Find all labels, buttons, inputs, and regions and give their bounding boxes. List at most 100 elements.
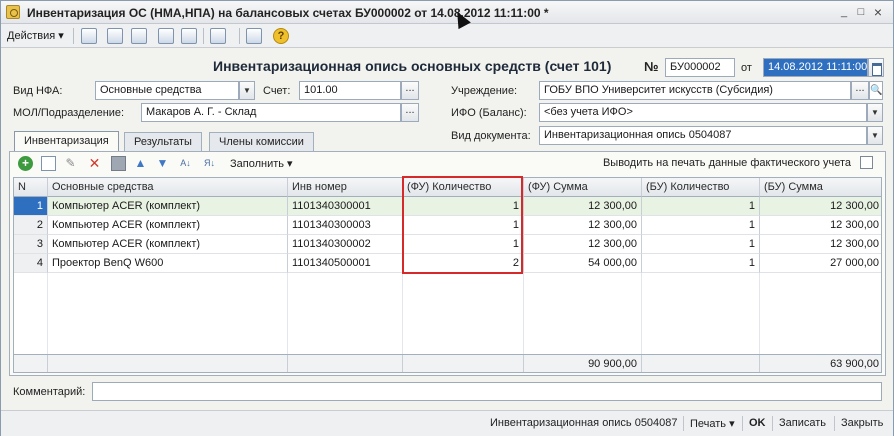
column-header-inv[interactable]: Инв номер [288, 178, 403, 197]
structure-icon[interactable] [181, 28, 197, 44]
move-down-icon[interactable]: ▼ [155, 156, 170, 171]
window-title: Инвентаризация ОС (НМА,НПА) на балансовы… [27, 6, 549, 20]
cell-n: 3 [14, 235, 48, 254]
based-on-icon[interactable] [158, 28, 174, 44]
maximize-button[interactable]: □ [853, 5, 869, 19]
ifo-label: ИФО (Баланс): [451, 107, 527, 119]
bottom-bar: Инвентаризационная опись 0504087 Печать … [1, 410, 893, 436]
column-divider [287, 273, 288, 354]
delete-row-icon[interactable]: ✕ [87, 156, 102, 171]
total-cell [403, 355, 524, 372]
tab-inventory[interactable]: Инвентаризация [14, 131, 119, 152]
number-label: № [644, 59, 659, 74]
tab-results[interactable]: Результаты [124, 132, 202, 151]
cell-asset[interactable]: Компьютер ACER (комплект) [48, 197, 288, 216]
institution-field[interactable]: ГОБУ ВПО Университет искусств (Субсидия) [539, 81, 851, 100]
total-cell [642, 355, 760, 372]
sort-descending-icon[interactable]: Я↓ [202, 156, 217, 171]
refresh-icon[interactable] [107, 28, 123, 44]
nfa-type-dropdown-icon[interactable]: ▼ [239, 81, 255, 100]
ifo-select[interactable]: <без учета ИФО> [539, 103, 867, 122]
cell-asset[interactable]: Компьютер ACER (комплект) [48, 235, 288, 254]
ifo-dropdown-icon[interactable]: ▼ [867, 103, 883, 122]
cell-bu-sum[interactable]: 12 300,00 [760, 235, 881, 254]
document-window: Инвентаризация ОС (НМА,НПА) на балансовы… [0, 0, 894, 436]
number-field[interactable]: БУ000002 [665, 58, 735, 77]
copy-row-icon[interactable] [41, 156, 56, 171]
end-edit-icon[interactable] [111, 156, 126, 171]
cell-fu-sum[interactable]: 12 300,00 [524, 216, 642, 235]
fill-menu-button[interactable]: Заполнить ▾ [230, 157, 293, 170]
cell-bu-qty[interactable]: 1 [642, 197, 760, 216]
nfa-type-select[interactable]: Основные средства [95, 81, 239, 100]
print-menu-button[interactable]: Печать ▾ [690, 417, 735, 430]
copy-document-icon[interactable] [131, 28, 147, 44]
cell-asset[interactable]: Проектор BenQ W600 [48, 254, 288, 273]
actions-menu[interactable]: Действия ▾ [7, 29, 64, 42]
institution-open-icon[interactable]: 🔍 [869, 81, 883, 100]
cell-bu-sum[interactable]: 12 300,00 [760, 197, 881, 216]
post-and-close-icon[interactable] [81, 28, 97, 44]
doctype-select[interactable]: Инвентаризационная опись 0504087 [539, 126, 867, 145]
account-select-button[interactable]: ... [401, 81, 419, 100]
doctype-dropdown-icon[interactable]: ▼ [867, 126, 883, 145]
column-header-bu-sum[interactable]: (БУ) Сумма [760, 178, 881, 197]
mol-select-button[interactable]: ... [401, 103, 419, 122]
tab-commission[interactable]: Члены комиссии [209, 132, 314, 151]
toolbar-separator [239, 28, 240, 44]
comment-label: Комментарий: [13, 386, 86, 398]
column-divider [759, 273, 760, 354]
date-field[interactable]: 14.08.2012 11:11:00 [763, 58, 868, 77]
cell-bu-qty[interactable]: 1 [642, 235, 760, 254]
edit-row-icon[interactable]: ✎ [63, 156, 78, 171]
mol-field[interactable]: Макаров А. Г. - Склад [141, 103, 401, 122]
table-totals: 90 900,00 63 900,00 [14, 354, 881, 372]
toolbar-separator [203, 28, 204, 44]
sort-ascending-icon[interactable]: A↓ [178, 156, 193, 171]
cell-bu-sum[interactable]: 27 000,00 [760, 254, 881, 273]
cell-fu-sum[interactable]: 12 300,00 [524, 235, 642, 254]
total-fu-sum: 90 900,00 [524, 355, 642, 372]
cell-inv[interactable]: 1101340300001 [288, 197, 403, 216]
cell-inv[interactable]: 1101340300002 [288, 235, 403, 254]
account-field[interactable]: 101.00 [299, 81, 401, 100]
table-toolbar: + ✎ ✕ ▲ ▼ A↓ Я↓ Заполнить ▾ Выводить на … [10, 152, 885, 175]
column-header-asset[interactable]: Основные средства [48, 178, 288, 197]
cell-asset[interactable]: Компьютер ACER (комплект) [48, 216, 288, 235]
cell-bu-qty[interactable]: 1 [642, 254, 760, 273]
cell-bu-qty[interactable]: 1 [642, 216, 760, 235]
cell-n: 2 [14, 216, 48, 235]
ok-button[interactable]: OK [749, 417, 766, 429]
fu-quantity-highlight [402, 176, 523, 274]
cell-inv[interactable]: 1101340300003 [288, 216, 403, 235]
save-button[interactable]: Записать [779, 417, 826, 429]
bottom-separator [742, 416, 743, 431]
main-toolbar: Действия ▾ ? [1, 24, 893, 48]
add-row-icon[interactable]: + [18, 156, 33, 171]
institution-label: Учреждение: [451, 85, 518, 97]
cell-fu-sum[interactable]: 54 000,00 [524, 254, 642, 273]
cell-fu-sum[interactable]: 12 300,00 [524, 197, 642, 216]
help-icon[interactable]: ? [273, 28, 289, 44]
comment-input[interactable] [92, 382, 882, 401]
column-header-bu-qty[interactable]: (БУ) Количество [642, 178, 760, 197]
print-form-link[interactable]: Инвентаризационная опись 0504087 [490, 417, 678, 429]
cell-bu-sum[interactable]: 12 300,00 [760, 216, 881, 235]
column-header-n[interactable]: N [14, 178, 48, 197]
bottom-separator [683, 416, 684, 431]
print-actual-checkbox[interactable] [860, 156, 873, 169]
cell-inv[interactable]: 1101340500001 [288, 254, 403, 273]
go-to-icon[interactable] [210, 28, 226, 44]
column-header-fu-sum[interactable]: (ФУ) Сумма [524, 178, 642, 197]
minimize-button[interactable]: _ [836, 5, 852, 19]
document-journal-icon[interactable] [246, 28, 262, 44]
close-button[interactable]: Закрыть [841, 417, 883, 429]
close-window-button[interactable]: × [870, 5, 886, 19]
move-up-icon[interactable]: ▲ [133, 156, 148, 171]
calendar-icon[interactable] [868, 58, 884, 77]
institution-select-button[interactable]: ... [851, 81, 869, 100]
doctype-label: Вид документа: [451, 130, 531, 142]
column-divider [402, 273, 403, 354]
total-cell [48, 355, 288, 372]
mol-label: МОЛ/Подразделение: [13, 107, 125, 119]
